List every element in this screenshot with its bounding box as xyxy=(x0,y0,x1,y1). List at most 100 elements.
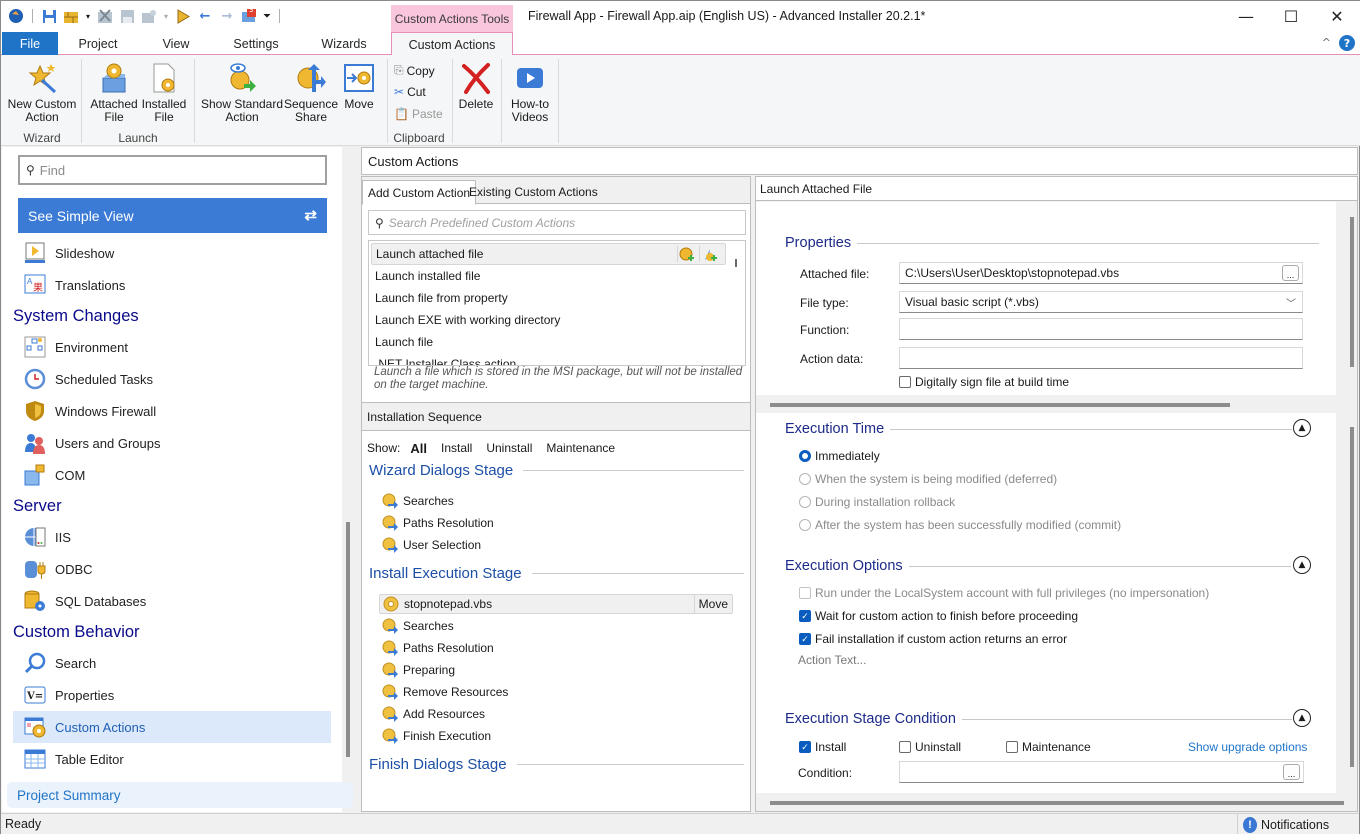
new-custom-action-button[interactable]: New Custom Action xyxy=(7,61,77,124)
install-checkbox[interactable]: ✓ Install xyxy=(799,740,846,754)
sequence-item[interactable]: Paths Resolution xyxy=(382,638,494,658)
filter-install[interactable]: Install xyxy=(441,441,472,456)
app-logo-icon[interactable] xyxy=(7,7,25,25)
detail-hscrollbar[interactable] xyxy=(770,801,1344,805)
radio-rollback[interactable]: During installation rollback xyxy=(799,495,955,509)
cut-button[interactable]: ✂ Cut xyxy=(394,85,426,99)
sidebar-item-odbc[interactable]: ODBC xyxy=(13,553,331,585)
filter-all[interactable]: All xyxy=(410,441,427,456)
minimize-button[interactable]: — xyxy=(1223,3,1269,29)
sidebar-item-users-and-groups[interactable]: Users and Groups xyxy=(13,427,331,459)
sequence-item[interactable]: Add Resources xyxy=(382,704,485,724)
see-simple-view-button[interactable]: See Simple View ⇄ xyxy=(18,198,327,233)
close-button[interactable]: ✕ xyxy=(1314,3,1360,29)
howto-videos-button[interactable]: How-to Videos xyxy=(507,61,553,124)
sequence-move-button[interactable]: Move xyxy=(693,595,732,613)
find-input[interactable]: ⚲ Find xyxy=(18,155,327,185)
installed-file-button[interactable]: Installed File xyxy=(139,61,189,124)
predefined-search-input[interactable]: ⚲ Search Predefined Custom Actions xyxy=(368,210,746,235)
attached-file-button[interactable]: Attached File xyxy=(87,61,141,124)
sidebar-item-environment[interactable]: Environment xyxy=(13,331,331,363)
maximize-button[interactable]: ☐ xyxy=(1268,3,1314,29)
collapse-chevron-up-icon[interactable]: ▲ xyxy=(1293,419,1311,437)
browse-file-button[interactable]: ... xyxy=(1282,265,1299,281)
sequence-item[interactable]: Preparing xyxy=(382,660,455,680)
collapse-chevron-up-icon[interactable]: ▲ xyxy=(1293,556,1311,574)
sidebar-item-custom-actions[interactable]: Custom Actions xyxy=(13,711,331,743)
sidebar-item-windows-firewall[interactable]: Windows Firewall xyxy=(13,395,331,427)
attached-file-field[interactable]: C:\Users\User\Desktop\stopnotepad.vbs... xyxy=(899,262,1303,284)
updates-icon[interactable]: 3 xyxy=(240,6,258,25)
delete-button[interactable]: Delete xyxy=(455,61,497,111)
build-dropdown-icon[interactable]: ▾ xyxy=(84,7,92,25)
radio-immediately[interactable]: Immediately xyxy=(799,449,880,463)
back-arrow-icon[interactable]: ← xyxy=(196,7,214,25)
filter-maintenance[interactable]: Maintenance xyxy=(546,441,615,456)
sidebar-item-translations[interactable]: A果 Translations xyxy=(13,269,331,301)
sequence-item[interactable]: User Selection xyxy=(382,535,481,555)
sequence-item[interactable]: Searches xyxy=(382,491,454,511)
list-item[interactable]: Launch attached file xyxy=(371,243,726,265)
sidebar-item-scheduled-tasks[interactable]: Scheduled Tasks xyxy=(13,363,331,395)
notifications-button[interactable]: ! Notifications xyxy=(1237,814,1329,834)
sequence-item[interactable]: Finish Execution xyxy=(382,726,491,746)
show-upgrade-options-link[interactable]: Show upgrade options xyxy=(1188,740,1307,754)
sidebar-item-table-editor[interactable]: Table Editor xyxy=(13,743,331,775)
sidebar-scrollbar[interactable] xyxy=(346,522,350,757)
customize-qat-icon[interactable]: ⏷ xyxy=(262,7,272,25)
tab-file[interactable]: File xyxy=(2,32,58,55)
tab-settings[interactable]: Settings xyxy=(223,32,289,55)
add-without-sequence-icon[interactable] xyxy=(677,246,695,262)
collapse-chevron-up-icon[interactable]: ▲ xyxy=(1293,709,1311,727)
show-standard-action-button[interactable]: Show Standard Action xyxy=(199,61,285,124)
properties-hscrollbar[interactable] xyxy=(770,403,1230,407)
list-item[interactable]: Launch installed file xyxy=(375,265,480,287)
sidebar-item-com[interactable]: COM xyxy=(13,459,331,491)
project-summary-button[interactable]: Project Summary xyxy=(7,782,353,808)
sidebar-item-properties[interactable]: V= Properties xyxy=(13,679,331,711)
list-item[interactable]: Launch EXE with working directory xyxy=(375,309,560,331)
sequence-item[interactable]: Searches xyxy=(382,616,454,636)
wait-checkbox[interactable]: ✓ Wait for custom action to finish before… xyxy=(799,609,1078,623)
action-text-link[interactable]: Action Text... xyxy=(798,653,866,667)
fail-installation-checkbox[interactable]: ✓ Fail installation if custom action retu… xyxy=(799,632,1067,646)
sequence-item[interactable]: Paths Resolution xyxy=(382,513,494,533)
sequence-item[interactable]: Remove Resources xyxy=(382,682,508,702)
move-button[interactable]: Move xyxy=(339,61,379,111)
function-field[interactable] xyxy=(899,318,1303,340)
add-with-sequence-icon[interactable] xyxy=(699,246,719,262)
sequence-share-button[interactable]: Sequence Share xyxy=(283,61,339,124)
tab-existing-custom-actions[interactable]: Existing Custom Actions xyxy=(464,180,603,204)
list-item[interactable]: Launch file xyxy=(375,331,433,353)
save-icon[interactable] xyxy=(40,7,58,25)
run-icon[interactable] xyxy=(174,7,192,25)
radio-commit[interactable]: After the system has been successfully m… xyxy=(799,518,1121,532)
copy-button[interactable]: ⎘ Copy xyxy=(394,63,435,78)
list-scrollbar[interactable] xyxy=(735,259,737,267)
sidebar-item-search[interactable]: Search xyxy=(13,647,331,679)
tab-view[interactable]: View xyxy=(149,32,203,55)
tab-add-custom-action[interactable]: Add Custom Action xyxy=(362,180,477,205)
properties-scrollbar[interactable] xyxy=(1350,217,1354,367)
build-icon[interactable] xyxy=(62,7,80,25)
list-item[interactable]: .NET Installer Class action xyxy=(375,353,516,365)
sidebar-item-sql-databases[interactable]: SQL Databases xyxy=(13,585,331,617)
help-icon[interactable]: ? xyxy=(1339,35,1355,51)
filter-uninstall[interactable]: Uninstall xyxy=(486,441,532,456)
paste-button[interactable]: 📋 Paste xyxy=(394,107,443,121)
list-item[interactable]: Launch file from property xyxy=(375,287,508,309)
sidebar-item-slideshow[interactable]: Slideshow xyxy=(13,237,331,269)
maintenance-checkbox[interactable]: Maintenance xyxy=(1006,740,1091,754)
condition-field[interactable]: ... xyxy=(899,761,1304,783)
collapse-ribbon-icon[interactable]: ^ xyxy=(1322,36,1331,49)
sidebar-item-iis[interactable]: IIS xyxy=(13,521,331,553)
digitally-sign-checkbox[interactable]: Digitally sign file at build time xyxy=(899,375,1069,389)
action-data-field[interactable] xyxy=(899,347,1303,369)
tab-custom-actions[interactable]: Custom Actions xyxy=(391,32,513,56)
localsystem-checkbox[interactable]: Run under the LocalSystem account with f… xyxy=(799,586,1209,600)
tab-wizards[interactable]: Wizards xyxy=(311,32,377,55)
uninstall-checkbox[interactable]: Uninstall xyxy=(899,740,961,754)
execution-scrollbar[interactable] xyxy=(1350,427,1354,767)
tab-project[interactable]: Project xyxy=(63,32,133,55)
radio-deferred[interactable]: When the system is being modified (defer… xyxy=(799,472,1057,486)
